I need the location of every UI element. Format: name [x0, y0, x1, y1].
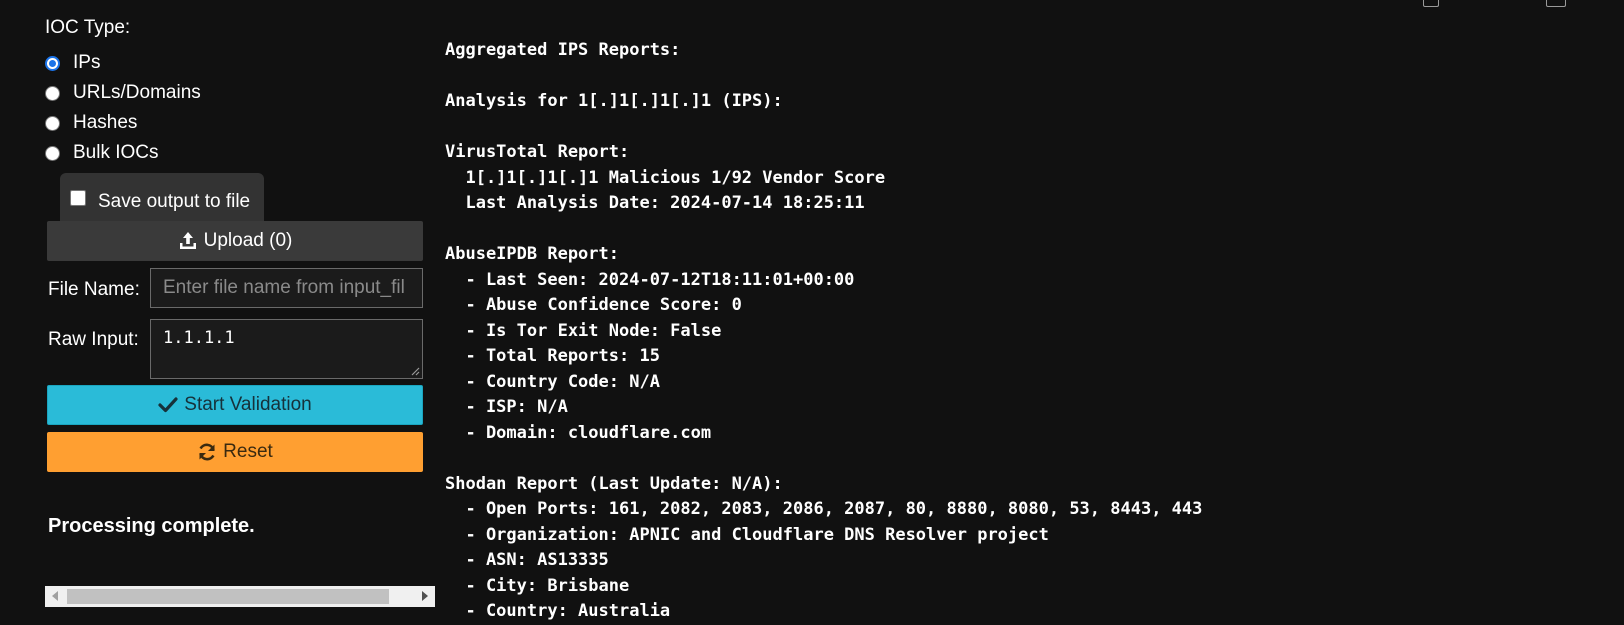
radio-label: Hashes [73, 112, 138, 133]
radio-button[interactable] [45, 55, 60, 71]
reset-label: Reset [223, 441, 273, 462]
file-name-input[interactable]: Enter file name from input_fil [150, 268, 423, 308]
upload-button[interactable]: Upload (0) [47, 221, 423, 261]
scroll-left-icon[interactable] [52, 591, 58, 601]
toolbar-icon[interactable] [1546, 0, 1566, 7]
refresh-icon [199, 443, 215, 461]
radio-button[interactable] [45, 115, 60, 131]
radio-button[interactable] [45, 85, 60, 101]
save-output-label: Save output to file [98, 191, 251, 212]
ioc-type-label: IOC Type: [45, 17, 131, 38]
raw-input-value: 1.1.1.1 [163, 328, 235, 348]
report-output: Aggregated IPS Reports: Analysis for 1[.… [445, 40, 1203, 621]
reset-button[interactable]: Reset [47, 432, 423, 472]
radio-button[interactable] [45, 145, 60, 161]
save-output-toggle[interactable]: Save output to file [60, 173, 264, 221]
radio-label: URLs/Domains [73, 82, 201, 103]
scroll-right-icon[interactable] [422, 591, 428, 601]
radio-hashes[interactable]: Hashes [45, 112, 137, 134]
toolbar-icon[interactable] [1423, 0, 1439, 7]
upload-label: Upload (0) [203, 230, 293, 251]
upload-icon [179, 232, 196, 249]
toolbar-icon[interactable] [1595, 0, 1609, 6]
start-validation-label: Start Validation [184, 394, 312, 415]
raw-input-textarea[interactable]: 1.1.1.1 [150, 319, 423, 379]
start-validation-button[interactable]: Start Validation [47, 385, 423, 425]
status-message: Processing complete. [48, 515, 255, 537]
control-panel: IOC Type: IPs URLs/Domains Hashes Bulk I… [0, 0, 438, 607]
save-output-checkbox[interactable] [70, 190, 86, 206]
radio-urls-domains[interactable]: URLs/Domains [45, 82, 201, 104]
toolbar-icon[interactable] [1505, 0, 1519, 6]
scrollbar-thumb[interactable] [67, 589, 389, 604]
toolbar [1404, 0, 1624, 8]
file-name-label: File Name: [48, 279, 140, 300]
radio-ips[interactable]: IPs [45, 52, 100, 74]
resize-grip-icon[interactable] [410, 366, 420, 376]
horizontal-scrollbar[interactable] [45, 586, 435, 607]
radio-label: IPs [73, 52, 101, 73]
radio-label: Bulk IOCs [73, 142, 159, 163]
toolbar-icon[interactable] [1465, 0, 1479, 6]
radio-bulk-iocs[interactable]: Bulk IOCs [45, 142, 159, 164]
check-icon [158, 397, 178, 413]
raw-input-label: Raw Input: [48, 329, 139, 350]
